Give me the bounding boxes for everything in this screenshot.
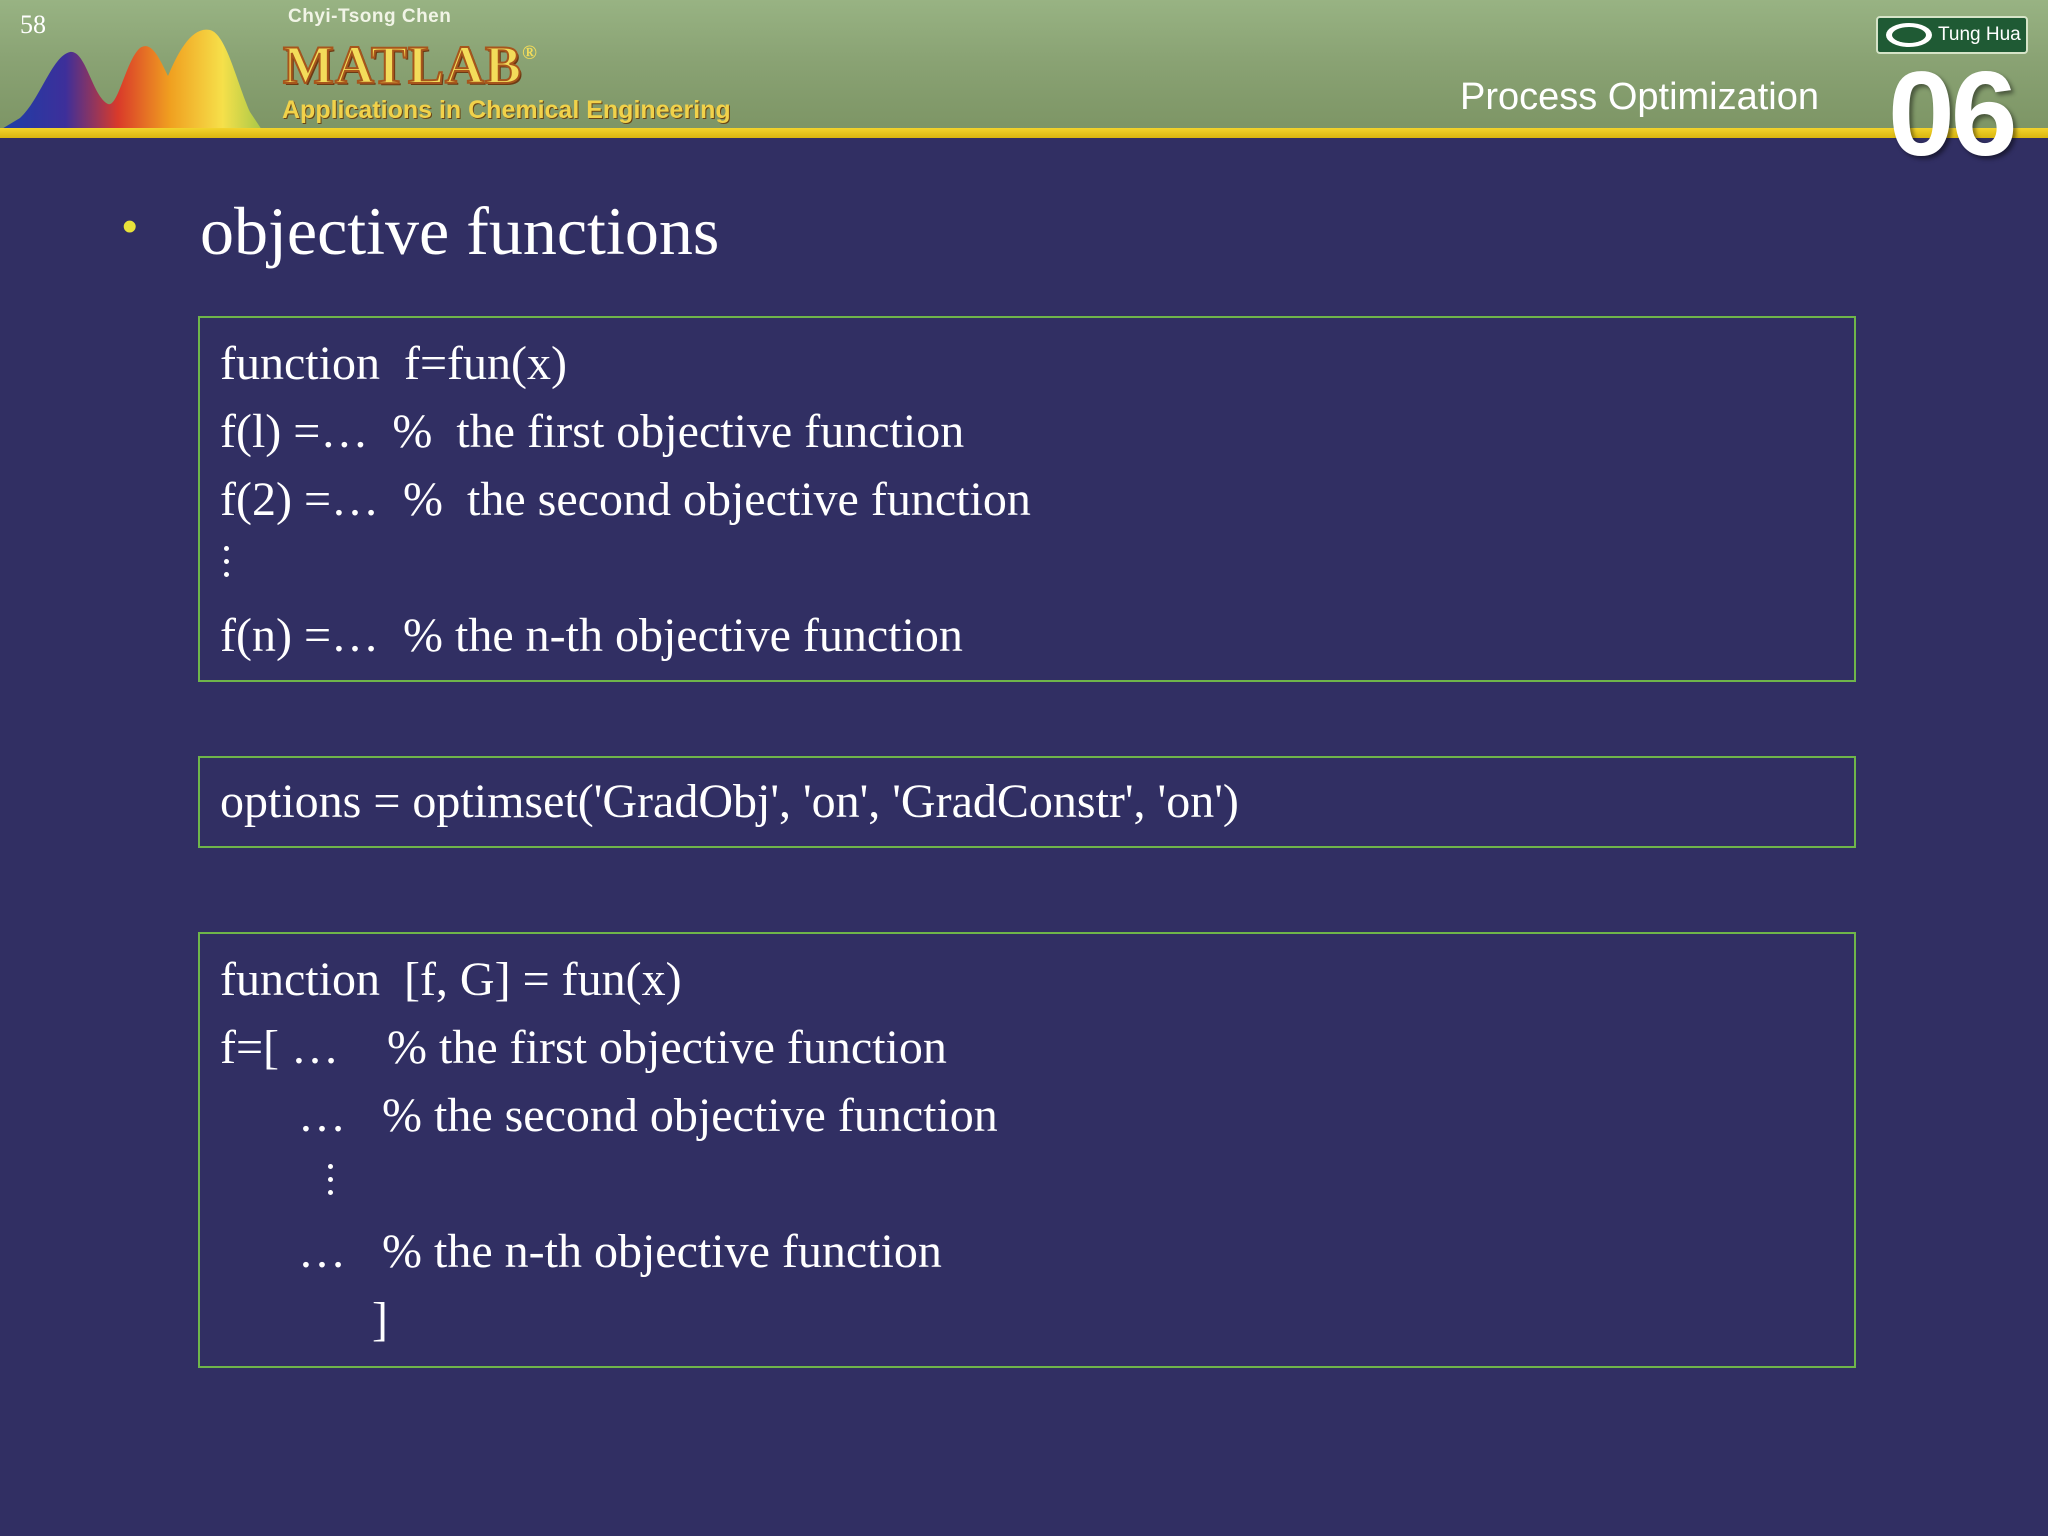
matlab-wordmark: MATLAB®	[282, 34, 538, 96]
code-line: function f=fun(x)	[220, 337, 567, 390]
slide-heading: objective functions	[200, 193, 720, 269]
vertical-ellipsis-icon	[224, 546, 230, 585]
code-line: … % the second objective function	[298, 1089, 998, 1142]
author-name: Chyi-Tsong Chen	[288, 6, 452, 27]
book-subtitle: Applications in Chemical Engineering	[282, 96, 731, 124]
publisher-name: Tung Hua	[1938, 24, 2021, 45]
chapter-title: Process Optimization	[1460, 76, 1820, 118]
logo-text: MATLAB	[282, 34, 523, 96]
globe-icon	[1886, 23, 1932, 47]
slide-number: 58	[20, 10, 46, 39]
code-line: function [f, G] = fun(x)	[220, 953, 682, 1006]
code-box-optimset: options = optimset('GradObj', 'on', 'Gra…	[198, 756, 1856, 848]
code-line: f(l) =… % the first objective function	[220, 405, 965, 458]
code-line: … % the n-th objective function	[298, 1225, 942, 1278]
header-rule	[0, 128, 2048, 138]
code-line: options = optimset('GradObj', 'on', 'Gra…	[220, 775, 1239, 828]
code-line: f(2) =… % the second objective function	[220, 473, 1031, 526]
code-line: f=[ … % the first objective function	[220, 1021, 947, 1074]
vertical-ellipsis-icon	[328, 1164, 334, 1203]
code-box-gradient-function: function [f, G] = fun(x) f=[ … % the fir…	[198, 932, 1856, 1368]
bullet-icon: •	[122, 202, 138, 251]
code-line: ]	[372, 1293, 388, 1346]
registered-mark: ®	[522, 42, 538, 64]
code-box-objective-function: function f=fun(x) f(l) =… % the first ob…	[198, 316, 1856, 682]
slide-header: 58 Chyi-Tsong Chen MATLAB® Applications …	[0, 0, 2048, 130]
chapter-number: 06	[1888, 47, 2017, 181]
code-line: f(n) =… % the n-th objective function	[220, 609, 963, 662]
